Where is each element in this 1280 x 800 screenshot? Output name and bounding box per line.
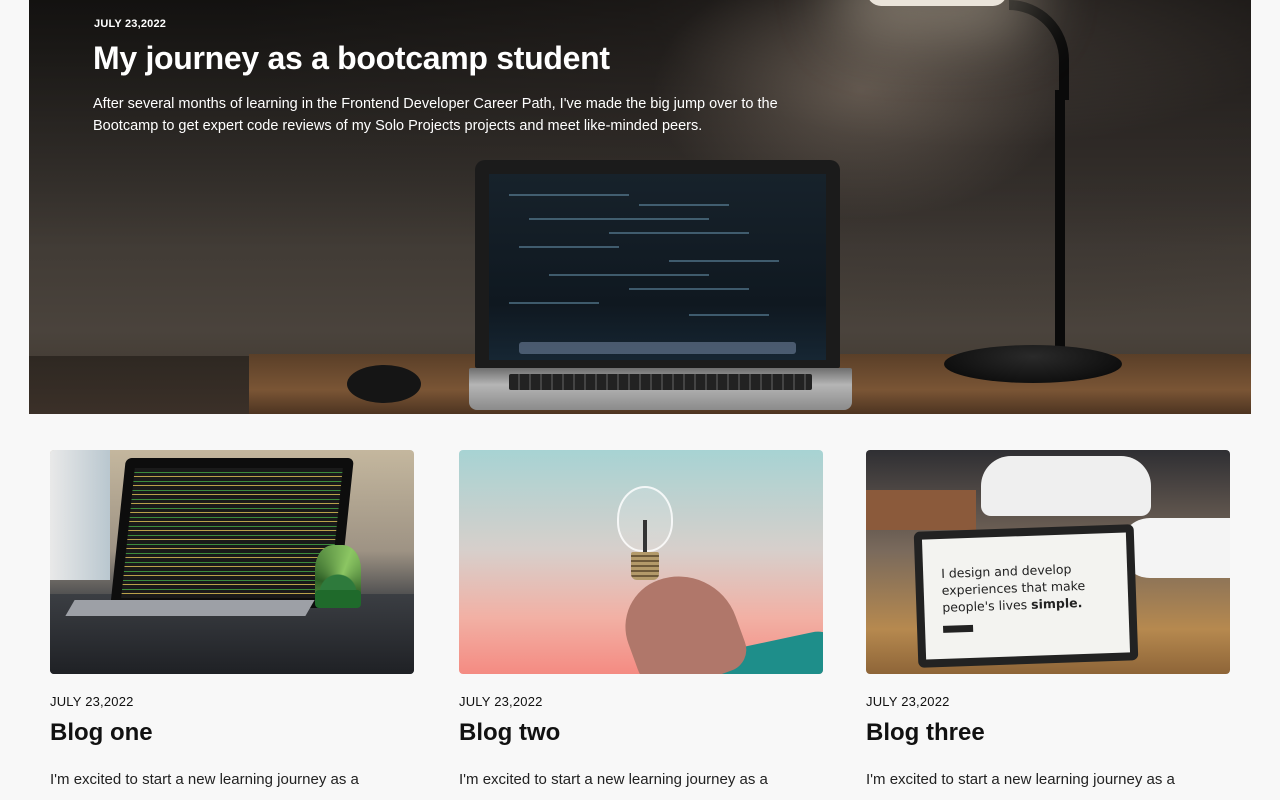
blog-two-image[interactable]	[459, 450, 823, 674]
hero-image-keyboard	[509, 374, 812, 390]
hero-image-lamp-head	[867, 0, 1007, 6]
blog-three-excerpt: I'm excited to start a new learning jour…	[866, 771, 1175, 788]
blog-three-image[interactable]: I design and develop experiences that ma…	[866, 450, 1230, 674]
hero-image-lamp-pole	[1055, 90, 1065, 358]
blog-three-image-laptop: I design and develop experiences that ma…	[913, 524, 1139, 668]
blog-three-screen-line-1: I design and develop	[940, 561, 1072, 581]
blog-card-three[interactable]: I design and develop experiences that ma…	[866, 450, 1230, 788]
hero-excerpt-line-1: After several months of learning in the …	[93, 96, 778, 112]
blog-two-title[interactable]: Blog two	[459, 719, 823, 747]
hero-image-laptop	[475, 160, 840, 368]
blog-three-title[interactable]: Blog three	[866, 719, 1230, 747]
hero-image-laptop-display	[489, 174, 826, 360]
blog-card-one[interactable]: JULY 23,2022 Blog one I'm excited to sta…	[50, 450, 414, 788]
blog-one-image[interactable]	[50, 450, 414, 674]
blog-two-excerpt: I'm excited to start a new learning jour…	[459, 771, 768, 788]
hero-image-laptop-base	[469, 368, 852, 410]
hero-title[interactable]: My journey as a bootcamp student	[93, 40, 610, 77]
blog-three-screen-bold: simple.	[1030, 595, 1083, 612]
blog-card-two[interactable]: JULY 23,2022 Blog two I'm excited to sta…	[459, 450, 823, 788]
hero-excerpt: After several months of learning in the …	[93, 93, 913, 137]
hero-image-mouse	[347, 365, 421, 403]
hero-date: JULY 23,2022	[94, 18, 167, 30]
hero-image-dock	[519, 342, 796, 354]
blog-one-date: JULY 23,2022	[50, 694, 134, 709]
blog-one-title[interactable]: Blog one	[50, 719, 414, 747]
hero-image-lamp-base	[944, 345, 1122, 383]
blog-three-date: JULY 23,2022	[866, 694, 950, 709]
hero-post[interactable]: JULY 23,2022 My journey as a bootcamp st…	[29, 0, 1251, 414]
hero-excerpt-line-2: Bootcamp to get expert code reviews of m…	[93, 118, 703, 134]
blog-one-excerpt: I'm excited to start a new learning jour…	[50, 771, 359, 788]
blog-three-screen-line-3: people's lives	[942, 596, 1032, 615]
blog-two-date: JULY 23,2022	[459, 694, 543, 709]
